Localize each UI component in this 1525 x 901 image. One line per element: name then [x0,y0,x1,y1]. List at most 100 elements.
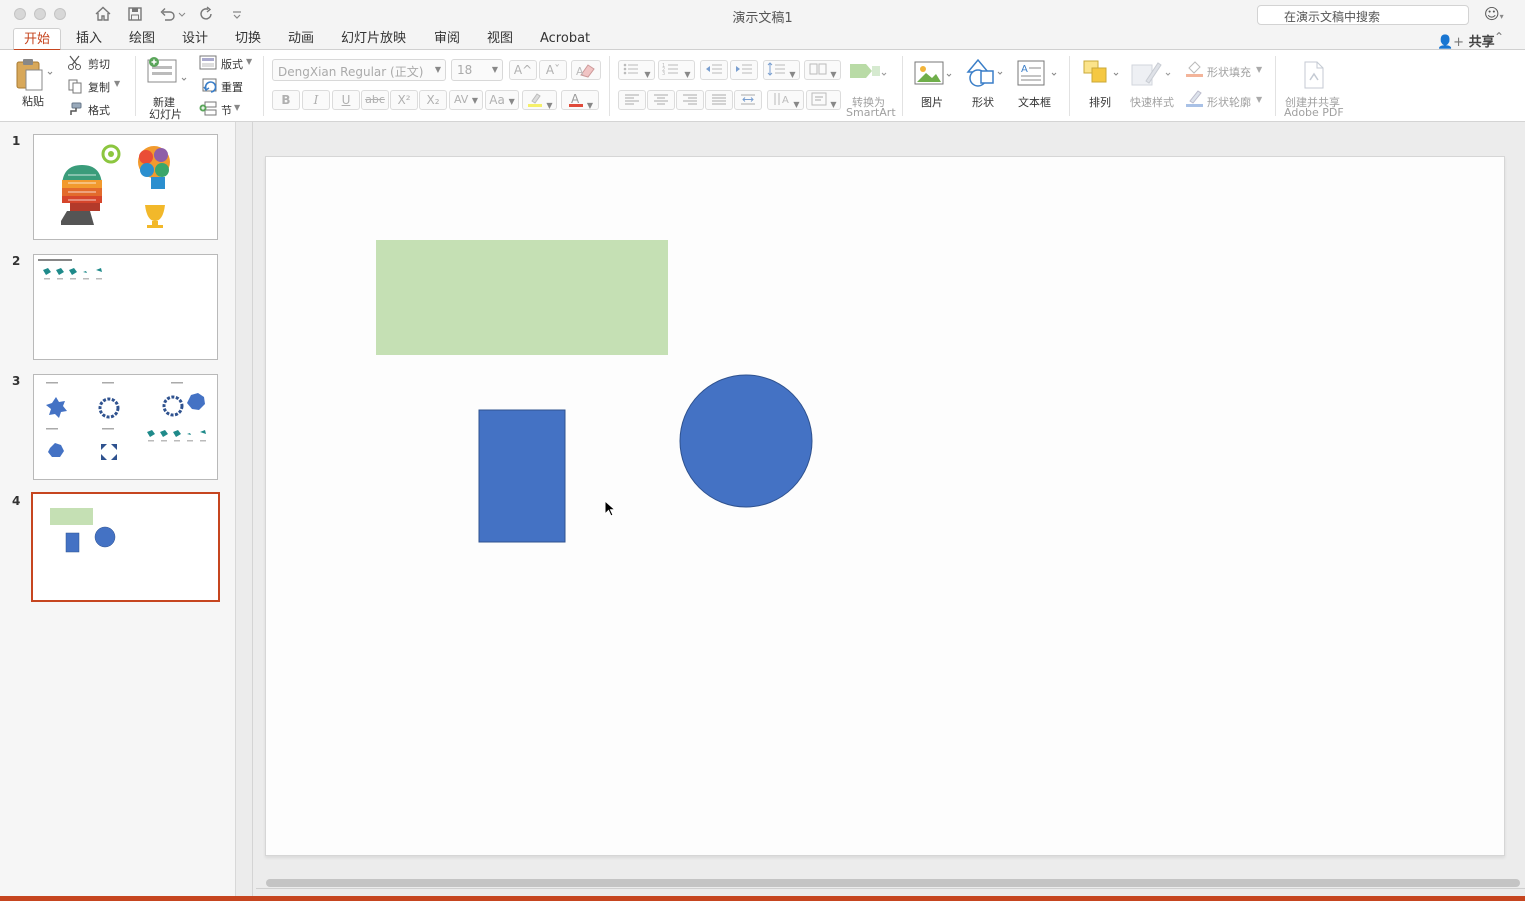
create-pdf-icon[interactable] [1300,60,1328,93]
slide-thumbnail-2[interactable] [33,254,218,360]
scissors-icon[interactable] [67,55,83,74]
tab-acrobat[interactable]: Acrobat [540,31,590,47]
save-icon[interactable] [126,5,144,23]
font-name-select[interactable]: DengXian Regular (正文) ▼ [272,59,446,81]
justify-button[interactable] [705,90,733,110]
blue-circle-shape[interactable] [679,374,813,508]
close-window-button[interactable] [14,8,26,20]
section-icon[interactable] [199,101,217,120]
shape-outline-button[interactable]: 形状轮廓 [1207,94,1251,110]
text-direction-button[interactable]: A ▼ [767,90,804,110]
line-spacing-icon [768,62,786,76]
tab-transitions[interactable]: 切换 [235,31,261,47]
layout-dropdown-icon[interactable]: ▼ [246,57,252,66]
format-painter-icon[interactable] [67,101,83,120]
home-icon[interactable] [94,5,112,23]
shape-fill-dropdown-icon[interactable]: ▼ [1256,65,1262,74]
distributed-button[interactable] [734,90,762,110]
copy-icon[interactable] [67,78,83,97]
tab-insert[interactable]: 插入 [76,31,102,47]
collapse-ribbon-icon[interactable]: ⌃ [1494,30,1504,44]
change-case-button[interactable]: Aa ▼ [485,90,519,110]
shrink-font-button[interactable]: Aˇ [539,60,567,80]
tab-draw[interactable]: 绘图 [129,31,155,47]
customize-toolbar-icon[interactable] [230,5,244,23]
horizontal-scrollbar[interactable] [266,879,1520,887]
smartart-icon[interactable] [846,58,890,91]
shape-fill-button[interactable]: 形状填充 [1207,64,1251,80]
underline-button[interactable]: U [332,90,360,110]
minimize-window-button[interactable] [34,8,46,20]
zoom-window-button[interactable] [54,8,66,20]
tab-home[interactable]: 开始 [13,28,62,51]
align-left-button[interactable] [618,90,646,110]
paste-icon[interactable] [14,56,54,97]
tab-review[interactable]: 审阅 [434,31,460,47]
search-input[interactable]: 在演示文稿中搜索 [1257,5,1469,25]
align-right-button[interactable] [676,90,704,110]
arrange-icon[interactable] [1082,59,1122,92]
copy-button[interactable]: 复制 [88,79,110,95]
tab-animations[interactable]: 动画 [288,31,314,47]
panel-splitter[interactable] [252,122,253,896]
font-name-dropdown-icon: ▼ [434,65,441,74]
font-color-button[interactable]: A ▼ [561,90,599,110]
slide-canvas[interactable] [265,156,1505,856]
slide-thumbnail-panel[interactable]: 1 2 3 4 [0,122,236,896]
reset-button[interactable]: 重置 [221,79,243,95]
feedback-smiley-icon[interactable]: ☺▾ [1484,5,1504,23]
reset-icon[interactable] [199,78,217,97]
svg-text:A: A [1021,64,1028,75]
layout-button[interactable]: 版式 [221,56,243,72]
bullets-button[interactable]: ▼ [618,60,655,80]
shape-outline-dropdown-icon[interactable]: ▼ [1256,95,1262,104]
grow-font-button[interactable]: A^ [509,60,537,80]
cut-button[interactable]: 剪切 [88,56,110,72]
slide-thumbnail-3[interactable] [33,374,218,480]
clear-formatting-button[interactable]: A [571,60,601,80]
redo-icon[interactable] [198,5,216,23]
layout-icon[interactable] [199,55,217,74]
line-spacing-button[interactable]: ▼ [763,60,800,80]
share-button[interactable]: 👤+ 共享 [1437,31,1495,50]
font-size-select[interactable]: 18 ▼ [451,59,503,81]
numbering-button[interactable]: 1 2 3 ▼ [658,60,695,80]
section-button[interactable]: 节 [221,102,232,118]
slide-thumbnail-4[interactable] [31,492,220,602]
textbox-icon[interactable]: A [1016,59,1060,92]
separator [902,56,903,116]
tab-slideshow[interactable]: 幻灯片放映 [341,31,406,47]
align-text-button[interactable]: ▼ [806,90,841,110]
section-dropdown-icon[interactable]: ▼ [234,103,240,112]
new-slide-icon[interactable] [146,56,188,93]
blue-rectangle-shape[interactable] [478,409,566,543]
decrease-indent-button[interactable] [700,60,728,80]
green-rectangle-shape[interactable] [376,240,668,355]
quick-styles-icon[interactable] [1130,59,1174,92]
tab-design[interactable]: 设计 [182,31,208,47]
character-spacing-button[interactable]: AV ▼ [449,90,483,110]
bold-button[interactable]: B [272,90,300,110]
columns-button[interactable]: ▼ [804,60,841,80]
copy-dropdown-icon[interactable]: ▼ [114,79,120,88]
undo-icon[interactable] [158,5,186,23]
picture-icon[interactable] [913,60,955,93]
font-size-value: 18 [457,63,473,77]
italic-button[interactable]: I [302,90,330,110]
add-person-icon: 👤+ [1437,35,1465,50]
increase-indent-button[interactable] [730,60,758,80]
highlight-button[interactable]: ▼ [522,90,557,110]
picture-label: 图片 [921,96,943,109]
superscript-button[interactable]: X² [390,90,418,110]
format-painter-button[interactable]: 格式 [88,102,110,118]
shape-fill-icon[interactable] [1185,58,1205,81]
strikethrough-button[interactable]: abc [361,90,389,110]
tab-view[interactable]: 视图 [487,31,513,47]
slide-number: 3 [12,374,21,388]
align-center-button[interactable] [647,90,675,110]
shape-outline-icon[interactable] [1185,88,1205,111]
slide-thumbnail-1[interactable] [33,134,218,240]
svg-text:A: A [782,95,789,106]
shapes-icon[interactable] [964,58,1006,93]
subscript-button[interactable]: X₂ [419,90,447,110]
